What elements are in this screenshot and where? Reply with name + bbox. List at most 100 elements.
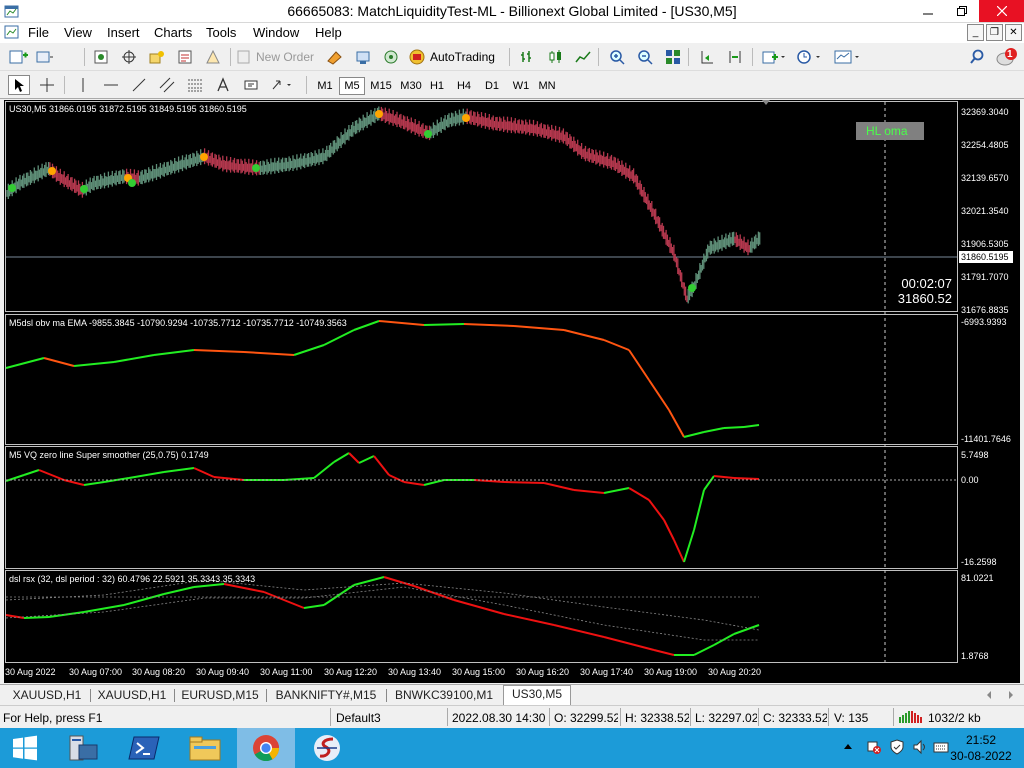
metaeditor-icon[interactable] [324,47,346,67]
menu-window[interactable]: Window [253,25,299,40]
chart-shift-icon[interactable] [724,47,746,67]
price-tick: 32021.3540 [961,206,1009,216]
taskbar-clock[interactable]: 21:52 30-08-2022 [946,732,1016,764]
tab-xauusd-h1[interactable]: XAUUSD,H1 [8,687,86,704]
menu-tools[interactable]: Tools [206,25,236,40]
timeframe-w1[interactable]: W1 [508,77,534,95]
tab-banknifty-m15[interactable]: BANKNIFTY#,M15 [270,687,382,704]
search-icon[interactable] [966,47,988,67]
current-price: 31860.5195 [961,252,1009,262]
timeframe-d1[interactable]: D1 [479,77,505,95]
chart-window-icon[interactable] [4,25,19,40]
vq-line [423,479,445,486]
new-chart-icon[interactable] [8,47,30,67]
indicator3-pane-frame [5,570,958,663]
text-icon[interactable] [212,75,234,95]
timeframe-m1[interactable]: M1 [312,77,338,95]
navigator-icon[interactable] [146,47,168,67]
status-open: O: 32299.520 [554,711,618,725]
traffic-counter: 1032/2 kb [928,711,981,725]
strategy-tester-icon[interactable] [202,47,224,67]
chart-window[interactable]: US30,M5 31866.0195 31872.5195 31849.5195… [4,100,1020,683]
connection-icon[interactable] [899,711,925,723]
new-order-button[interactable]: New Order [236,47,318,67]
start-button[interactable] [0,728,50,768]
cursor-icon[interactable] [8,75,30,95]
tab-scroll-arrows[interactable] [986,690,1016,700]
fibonacci-icon[interactable] [184,75,206,95]
menu-help[interactable]: Help [315,25,342,40]
menu-insert[interactable]: Insert [107,25,140,40]
mdi-minimize-button[interactable]: _ [967,24,984,41]
rsx-line [713,633,735,646]
timeframe-h1[interactable]: H1 [424,77,450,95]
periods-icon[interactable] [794,47,826,67]
zoom-out-icon[interactable] [634,47,656,67]
vertical-line-icon[interactable] [72,75,94,95]
obv-line [513,325,565,331]
radio-icon[interactable] [380,47,402,67]
volume-icon[interactable] [912,739,928,755]
server-manager-icon[interactable] [54,728,112,768]
data-window-icon[interactable] [118,47,140,67]
mdi-restore-button[interactable]: ❐ [986,24,1003,41]
terminal-app-icon[interactable] [298,728,356,768]
signals-icon[interactable] [352,47,374,67]
timeframe-m5[interactable]: M5 [339,77,365,95]
profiles-icon[interactable] [34,47,56,67]
chart-shift-marker[interactable] [762,100,770,105]
tile-windows-icon[interactable] [662,47,684,67]
line-chart-icon[interactable] [572,47,594,67]
menu-file[interactable]: File [28,25,49,40]
network-icon[interactable] [866,739,882,755]
horizontal-line-icon[interactable] [100,75,122,95]
indicator2-tick: 0.00 [961,475,979,485]
rsx-line [383,576,415,587]
menu-charts[interactable]: Charts [154,25,192,40]
timeframe-m30[interactable]: M30 [396,77,426,95]
chrome-icon[interactable] [237,728,295,768]
timeframe-m15[interactable]: M15 [366,77,396,95]
minimize-button[interactable] [911,0,945,22]
indicators-icon[interactable] [760,47,788,67]
zoom-in-icon[interactable] [606,47,628,67]
security-icon[interactable] [889,739,905,755]
obv-line [423,323,465,326]
templates-icon[interactable] [832,47,864,67]
timeframe-mn[interactable]: MN [534,77,560,95]
candlestick-icon[interactable] [544,47,566,67]
mdi-close-button[interactable]: ✕ [1005,24,1022,41]
menu-view[interactable]: View [64,25,92,40]
indicator1-tick: -11401.7646 [961,434,1011,444]
notifications-icon[interactable]: 1 [994,47,1020,67]
tab-xauusd-h1-2[interactable]: XAUUSD,H1 [94,687,170,704]
terminal-icon[interactable] [174,47,196,67]
tab-us30-m5[interactable]: US30,M5 [503,685,571,705]
profile-name[interactable]: Default3 [336,711,446,725]
arrows-icon[interactable] [268,75,296,95]
signal-dot [200,153,208,161]
tray-overflow-icon[interactable] [843,742,853,752]
autotrading-button[interactable]: AutoTrading [408,47,502,67]
market-watch-icon[interactable] [90,47,112,67]
obv-line [378,320,425,326]
trendline-icon[interactable] [128,75,150,95]
powershell-icon[interactable] [115,728,173,768]
tab-bnwkc39100-m1[interactable]: BNWKC39100,M1 [390,687,498,704]
timeframe-h4[interactable]: H4 [451,77,477,95]
auto-scroll-icon[interactable] [696,47,718,67]
title-bar: 66665083: MatchLiquidityTest-ML - Billio… [0,0,1024,23]
close-button[interactable] [979,0,1024,22]
crosshair-icon[interactable] [36,75,58,95]
tab-eurusd-m15[interactable]: EURUSD,M15 [178,687,262,704]
vq-line [358,455,375,464]
window-title: 66665083: MatchLiquidityTest-ML - Billio… [287,3,737,19]
help-text: For Help, press F1 [3,711,103,725]
file-explorer-icon[interactable] [176,728,234,768]
rsx-line [303,604,325,609]
label-icon[interactable] [240,75,262,95]
channel-icon[interactable] [156,75,178,95]
signal-dot [252,164,260,172]
bar-chart-icon[interactable] [516,47,538,67]
restore-button[interactable] [945,0,979,22]
